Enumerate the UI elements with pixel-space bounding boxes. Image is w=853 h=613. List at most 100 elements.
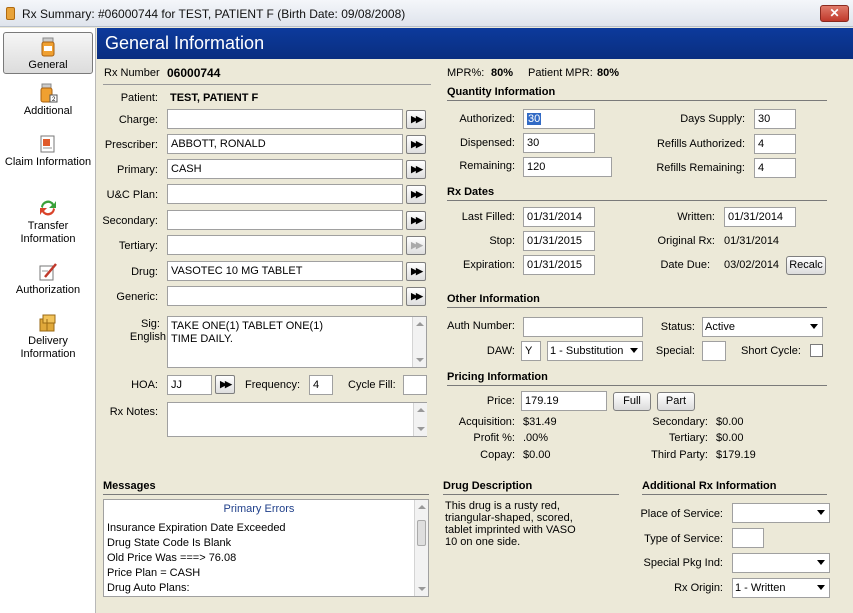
primary-label: Primary: bbox=[117, 164, 158, 176]
frequency-field[interactable]: 4 bbox=[309, 375, 333, 395]
chevron-down-icon bbox=[817, 510, 825, 515]
remaining-field[interactable]: 120 bbox=[523, 157, 612, 177]
primary-lookup-button[interactable]: ▶▶ bbox=[406, 160, 426, 179]
last-filled-label: Last Filled: bbox=[461, 211, 515, 223]
refills-authorized-label: Refills Authorized: bbox=[656, 138, 745, 150]
cycle-fill-field[interactable] bbox=[403, 375, 427, 395]
authorized-label: Authorized: bbox=[459, 113, 515, 125]
chevron-down-icon bbox=[817, 585, 825, 590]
drug-description-text: This drug is a rusty red, triangular-sha… bbox=[445, 500, 617, 548]
secondary-label: Secondary: bbox=[102, 215, 158, 227]
generic-field[interactable] bbox=[167, 286, 403, 306]
hoa-label: HOA: bbox=[131, 379, 158, 391]
hoa-lookup-button[interactable]: ▶▶ bbox=[215, 375, 235, 394]
acquisition-label: Acquisition: bbox=[458, 416, 515, 428]
chevron-down-icon bbox=[630, 348, 638, 353]
messages-scrollbar[interactable] bbox=[414, 500, 428, 596]
daw-label: DAW: bbox=[486, 345, 515, 357]
uc-plan-field[interactable] bbox=[167, 184, 403, 204]
tertiary-field[interactable] bbox=[167, 235, 403, 255]
additional-rx-title: Additional Rx Information bbox=[642, 480, 827, 495]
secondary-field[interactable] bbox=[167, 210, 403, 230]
dispensed-field[interactable]: 30 bbox=[523, 133, 595, 153]
original-rx-label: Original Rx: bbox=[657, 235, 715, 247]
divider bbox=[103, 84, 431, 85]
written-field[interactable]: 01/31/2014 bbox=[724, 207, 796, 227]
sig-scrollbar[interactable] bbox=[412, 317, 426, 367]
sidebar-item-transfer-information[interactable]: Transfer Information bbox=[3, 198, 93, 246]
special-field[interactable] bbox=[702, 341, 726, 361]
price-field[interactable]: 179.19 bbox=[521, 391, 607, 411]
uc-plan-lookup-button[interactable]: ▶▶ bbox=[406, 185, 426, 204]
prescriber-lookup-button[interactable]: ▶▶ bbox=[406, 135, 426, 154]
short-cycle-label: Short Cycle: bbox=[741, 345, 801, 357]
special-pkg-ind-select[interactable] bbox=[732, 553, 830, 573]
message-item: Drug Auto Plans: bbox=[107, 582, 190, 594]
drug-label: Drug: bbox=[131, 266, 158, 278]
tertiary-lookup-button[interactable]: ▶▶ bbox=[406, 236, 426, 255]
status-select[interactable]: Active bbox=[702, 317, 823, 337]
sig-line: TAKE ONE(1) TABLET ONE(1) bbox=[171, 320, 323, 332]
full-price-button[interactable]: Full bbox=[613, 392, 651, 411]
refills-authorized-field[interactable]: 4 bbox=[754, 134, 796, 154]
last-filled-field[interactable]: 01/31/2014 bbox=[523, 207, 595, 227]
generic-label: Generic: bbox=[116, 291, 158, 303]
daw-select[interactable]: 1 - Substitution bbox=[547, 341, 643, 361]
recalc-button[interactable]: Recalc bbox=[786, 256, 826, 275]
auth-number-field[interactable] bbox=[523, 317, 643, 337]
charge-lookup-button[interactable]: ▶▶ bbox=[406, 110, 426, 129]
mpr-value: 80% bbox=[491, 67, 514, 79]
rx-notes-scrollbar[interactable] bbox=[413, 403, 427, 436]
sidebar-item-general[interactable]: General bbox=[3, 32, 93, 74]
sidebar-item-delivery-information[interactable]: Delivery Information bbox=[3, 313, 93, 361]
remaining-label: Remaining: bbox=[459, 160, 515, 172]
type-of-service-field[interactable] bbox=[732, 528, 764, 548]
pricing-secondary-label: Secondary: bbox=[652, 416, 708, 428]
rx-notes-textarea[interactable] bbox=[167, 402, 427, 437]
date-due-label: Date Due: bbox=[660, 259, 710, 271]
place-of-service-select[interactable] bbox=[732, 503, 830, 523]
primary-field[interactable]: CASH bbox=[167, 159, 403, 179]
short-cycle-checkbox[interactable] bbox=[810, 344, 823, 357]
original-rx-value: 01/31/2014 bbox=[724, 235, 780, 247]
generic-lookup-button[interactable]: ▶▶ bbox=[406, 287, 426, 306]
transfer-arrows-icon bbox=[38, 198, 58, 218]
sidebar: General 2 Additional Claim Information T… bbox=[0, 28, 96, 613]
sig-textarea[interactable]: TAKE ONE(1) TABLET ONE(1) TIME DAILY. bbox=[167, 316, 427, 368]
sidebar-item-additional[interactable]: 2 Additional bbox=[3, 83, 93, 118]
hoa-field[interactable]: JJ bbox=[167, 375, 212, 395]
third-party-label: Third Party: bbox=[651, 449, 708, 461]
close-button[interactable]: ✕ bbox=[820, 5, 849, 22]
stop-field[interactable]: 01/31/2015 bbox=[523, 231, 595, 251]
sidebar-item-claim-information[interactable]: Claim Information bbox=[3, 134, 93, 169]
refills-remaining-field[interactable]: 4 bbox=[754, 158, 796, 178]
days-supply-label: Days Supply: bbox=[680, 113, 745, 125]
rx-number-label: Rx Number bbox=[104, 67, 160, 79]
daw-field[interactable]: Y bbox=[521, 341, 541, 361]
app-pill-icon bbox=[6, 7, 15, 20]
expiration-field[interactable]: 01/31/2015 bbox=[523, 255, 595, 275]
drug-description-line: triangular-shaped, scored, bbox=[445, 512, 573, 524]
special-label: Special: bbox=[655, 345, 695, 357]
charge-field[interactable] bbox=[167, 109, 403, 129]
drug-lookup-button[interactable]: ▶▶ bbox=[406, 262, 426, 281]
sig-line: TIME DAILY. bbox=[171, 333, 233, 345]
daw-option-value: 1 - Substitution bbox=[550, 345, 624, 357]
messages-heading: Primary Errors bbox=[223, 503, 295, 515]
part-price-button[interactable]: Part bbox=[657, 392, 695, 411]
rx-origin-select[interactable]: 1 - Written bbox=[732, 578, 830, 598]
dispensed-label: Dispensed: bbox=[459, 137, 515, 149]
tertiary-label: Tertiary: bbox=[118, 240, 158, 252]
authorized-field[interactable]: 30 bbox=[523, 109, 595, 129]
uc-plan-label: U&C Plan: bbox=[106, 189, 158, 201]
authorization-pen-icon bbox=[38, 262, 58, 282]
messages-list[interactable]: Primary Errors Insurance Expiration Date… bbox=[103, 499, 429, 597]
drug-field[interactable]: VASOTEC 10 MG TABLET bbox=[167, 261, 403, 281]
rx-origin-value: 1 - Written bbox=[735, 582, 786, 594]
days-supply-field[interactable]: 30 bbox=[754, 109, 796, 129]
charge-label: Charge: bbox=[118, 114, 158, 126]
prescriber-field[interactable]: ABBOTT, RONALD bbox=[167, 134, 403, 154]
secondary-lookup-button[interactable]: ▶▶ bbox=[406, 211, 426, 230]
page-title: General Information bbox=[97, 28, 853, 59]
sidebar-item-authorization[interactable]: Authorization bbox=[3, 262, 93, 297]
